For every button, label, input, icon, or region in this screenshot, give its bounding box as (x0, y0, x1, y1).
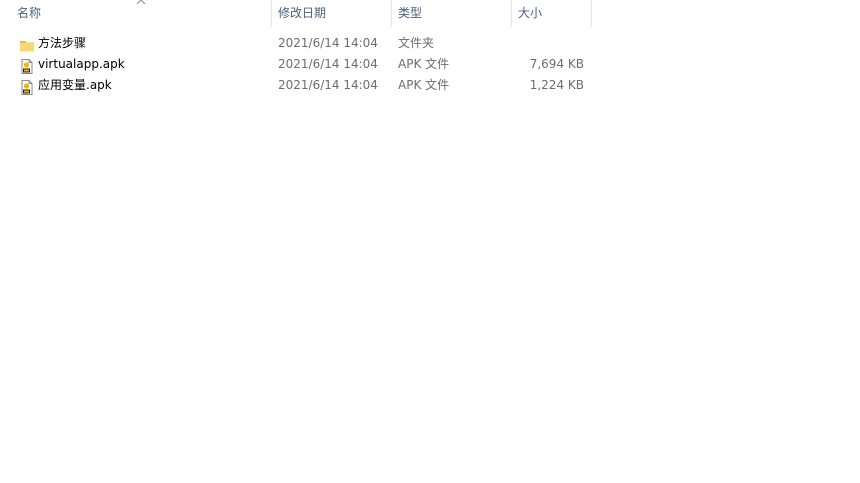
folder-icon (20, 41, 34, 52)
file-type: APK 文件 (398, 78, 450, 92)
file-date: 2021/6/14 14:04 (278, 57, 378, 71)
file-explorer-details-view: 名称 修改日期 类型 大小 方法步骤 2021/6/14 14:04 文件夹 v… (0, 0, 860, 483)
file-size: 1,224 KB (529, 78, 584, 92)
column-header-date[interactable]: 修改日期 (272, 0, 392, 27)
column-header-bar: 名称 修改日期 类型 大小 (0, 0, 592, 27)
file-date: 2021/6/14 14:04 (278, 36, 378, 50)
column-header-size[interactable]: 大小 (512, 0, 592, 27)
file-name: 方法步骤 (38, 36, 87, 50)
column-header-name-label: 名称 (17, 6, 42, 20)
column-header-size-label: 大小 (518, 6, 543, 20)
column-header-type[interactable]: 类型 (392, 0, 512, 27)
file-row-folder[interactable]: 方法步骤 2021/6/14 14:04 文件夹 (0, 33, 600, 54)
file-size (512, 33, 584, 54)
file-list: 方法步骤 2021/6/14 14:04 文件夹 virtualapp.apk … (0, 33, 600, 96)
chevron-up-icon (136, 0, 146, 5)
file-type: 文件夹 (398, 36, 435, 50)
apk-file-icon (21, 59, 33, 74)
file-name: 应用变量.apk (38, 78, 112, 92)
file-row-apk[interactable]: virtualapp.apk 2021/6/14 14:04 APK 文件 7,… (0, 54, 600, 75)
file-date: 2021/6/14 14:04 (278, 78, 378, 92)
column-header-type-label: 类型 (398, 6, 423, 20)
file-row-apk[interactable]: 应用变量.apk 2021/6/14 14:04 APK 文件 1,224 KB (0, 75, 600, 96)
file-name: virtualapp.apk (38, 57, 125, 71)
column-header-date-label: 修改日期 (278, 6, 327, 20)
column-divider[interactable] (591, 0, 592, 27)
file-size: 7,694 KB (529, 57, 584, 71)
apk-file-icon (21, 80, 33, 95)
file-type: APK 文件 (398, 57, 450, 71)
